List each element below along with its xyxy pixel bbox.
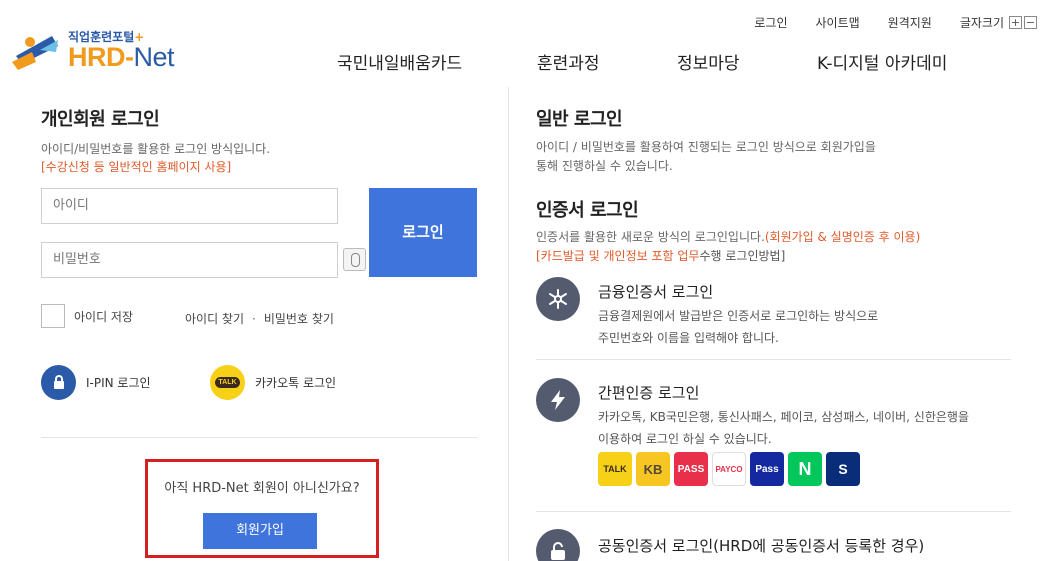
kakao-login[interactable]: TALK 카카오톡 로그인	[210, 365, 336, 400]
payco-icon[interactable]: PAYCO	[712, 452, 746, 486]
cert-login-title: 인증서 로그인	[536, 200, 639, 221]
naver-icon[interactable]: N	[788, 452, 822, 486]
asterisk-icon	[536, 277, 580, 321]
remember-id-label: 아이디 저장	[74, 309, 134, 324]
join-highlight-box: 아직 HRD-Net 회원이 아니신가요? 회원가입	[145, 459, 379, 558]
remember-id-checkbox[interactable]	[41, 304, 65, 328]
find-id-link[interactable]: 아이디 찾기	[185, 312, 244, 326]
pass-icon[interactable]: PASS	[674, 452, 708, 486]
utility-nav: 로그인 사이트맵 원격지원 글자크기 + −	[754, 14, 1037, 31]
shinhan-bank-icon[interactable]: S	[826, 452, 860, 486]
nav-item-courses[interactable]: 훈련과정	[537, 49, 677, 74]
personal-login-note: [수강신청 등 일반적인 홈페이지 사용]	[41, 160, 232, 174]
nav-item-card[interactable]: 국민내일배움카드	[337, 49, 537, 74]
virtual-keyboard-mouse-icon[interactable]	[343, 248, 366, 271]
id-input[interactable]: 아이디	[41, 188, 338, 224]
font-size-label: 글자크기	[959, 16, 1004, 30]
util-remote-support-link[interactable]: 원격지원	[888, 14, 932, 31]
kakao-talk-app-icon[interactable]: TALK	[598, 452, 632, 486]
nav-item-k-digital[interactable]: K-디지털 아카데미	[817, 49, 947, 74]
util-login-link[interactable]: 로그인	[754, 14, 787, 31]
password-input[interactable]: 비밀번호	[41, 242, 338, 278]
lock-open-icon	[536, 529, 580, 561]
font-decrease-button[interactable]: −	[1024, 16, 1037, 29]
kakao-login-label: 카카오톡 로그인	[255, 376, 337, 390]
financial-cert-login[interactable]: 금융인증서 로그인 금융결제원에서 발급받은 인증서로 로그인하는 방식으로 주민…	[536, 277, 1011, 357]
personal-login-panel: 개인회원 로그인 아이디/비밀번호를 활용한 로그인 방식입니다. [수강신청 …	[41, 105, 477, 558]
right-divider-1	[536, 359, 1011, 360]
left-divider	[41, 437, 477, 438]
find-account-links: 아이디 찾기 · 비밀번호 찾기	[185, 310, 334, 327]
kb-bank-icon[interactable]: KB	[636, 452, 670, 486]
remember-id[interactable]: 아이디 저장	[41, 304, 133, 328]
join-button[interactable]: 회원가입	[203, 513, 317, 549]
samsung-pass-icon[interactable]: Pass	[750, 452, 784, 486]
financial-cert-title: 금융인증서 로그인	[598, 283, 714, 301]
hrd-net-logo[interactable]: 직업훈련포털+ HRD-Net	[12, 28, 192, 74]
login-button[interactable]: 로그인	[369, 188, 477, 277]
simple-auth-desc: 카카오톡, KB국민은행, 통신사패스, 페이코, 삼성패스, 네이버, 신한은…	[598, 410, 969, 446]
nav-item-info[interactable]: 정보마당	[677, 49, 817, 74]
find-separator: ·	[252, 312, 256, 326]
join-question: 아직 HRD-Net 회원이 아니신가요?	[164, 481, 360, 496]
personal-login-title: 개인회원 로그인	[41, 109, 160, 130]
other-login-panel: 일반 로그인 아이디 / 비밀번호를 활용하여 진행되는 로그인 방식으로 회원…	[536, 105, 1011, 561]
joint-cert-login[interactable]: 공동인증서 로그인(HRD에 공동인증서 등록한 경우)	[536, 529, 1011, 561]
joint-cert-title: 공동인증서 로그인(HRD에 공동인증서 등록한 경우)	[598, 537, 925, 555]
main-nav: 국민내일배움카드 훈련과정 정보마당 K-디지털 아카데미	[337, 49, 947, 74]
cert-login-desc: 인증서를 활용한 새로운 방식의 로그인입니다.(회원가입 & 실명인증 후 이…	[536, 230, 921, 263]
logo-figure-icon	[12, 36, 58, 70]
kakao-talk-icon: TALK	[210, 365, 245, 400]
font-size-control: 글자크기 + −	[960, 14, 1037, 31]
right-divider-2	[536, 511, 1011, 512]
general-login-title: 일반 로그인	[536, 109, 623, 130]
ipin-login-label: I-PIN 로그인	[86, 376, 151, 390]
ipin-login[interactable]: I-PIN 로그인	[41, 365, 151, 400]
column-divider	[508, 87, 509, 561]
simple-auth-login[interactable]: 간편인증 로그인 카카오톡, KB국민은행, 통신사패스, 페이코, 삼성패스,…	[536, 378, 1011, 498]
lightning-icon	[536, 378, 580, 422]
simple-auth-provider-icons: TALK KB PASS PAYCO Pass N S	[598, 452, 860, 486]
util-sitemap-link[interactable]: 사이트맵	[815, 14, 859, 31]
logo-title: HRD-Net	[68, 42, 175, 72]
simple-auth-title: 간편인증 로그인	[598, 384, 700, 402]
font-increase-button[interactable]: +	[1009, 16, 1022, 29]
lock-icon	[41, 365, 76, 400]
find-password-link[interactable]: 비밀번호 찾기	[264, 312, 334, 326]
financial-cert-desc: 금융결제원에서 발급받은 인증서로 로그인하는 방식으로 주민번호와 이름을 입력…	[598, 309, 879, 345]
general-login-desc: 아이디 / 비밀번호를 활용하여 진행되는 로그인 방식으로 회원가입을 통해 진…	[536, 140, 876, 173]
personal-login-desc: 아이디/비밀번호를 활용한 로그인 방식입니다.	[41, 142, 271, 156]
